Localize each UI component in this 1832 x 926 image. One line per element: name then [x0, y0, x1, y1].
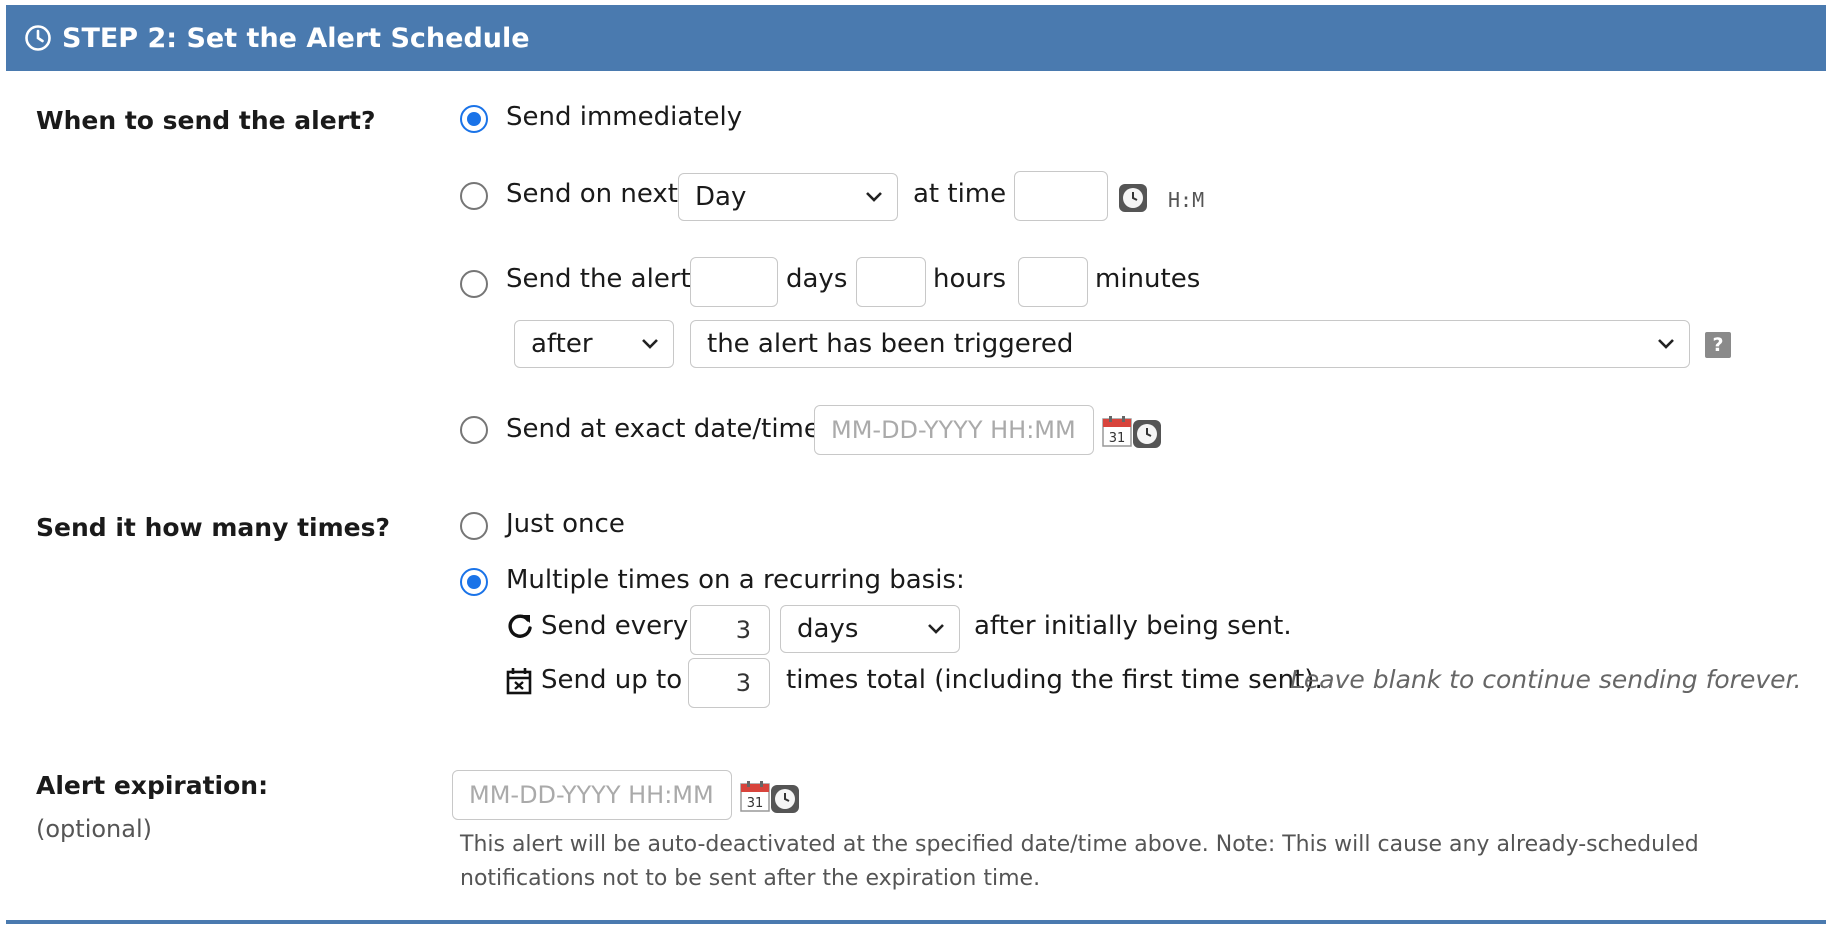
send-up-to-label: Send up to — [541, 665, 683, 695]
interval-input[interactable] — [690, 605, 770, 655]
exact-datetime-input[interactable] — [814, 405, 1094, 455]
multiple-times-label: Multiple times on a recurring basis: — [506, 565, 965, 595]
times-total-label: times total (including the first time se… — [786, 665, 1323, 695]
relative-days-input[interactable] — [690, 257, 778, 307]
next-unit-select[interactable]: Day — [678, 173, 898, 221]
after-initial-label: after initially being sent. — [974, 611, 1292, 641]
max-count-input[interactable] — [688, 658, 770, 708]
chevron-down-icon — [1658, 339, 1674, 349]
relation-value: after — [531, 329, 593, 359]
calendar-icon[interactable]: 31 — [740, 780, 770, 812]
hours-label: hours — [933, 264, 1007, 294]
send-every-label: Send every — [541, 611, 689, 641]
chevron-down-icon — [928, 624, 944, 634]
when-label: When to send the alert? — [36, 106, 376, 135]
send-the-alert-label: Send the alert — [506, 264, 691, 294]
clock-icon — [25, 25, 51, 51]
svg-text:31: 31 — [747, 796, 764, 811]
blank-forever-hint: Leave blank to continue sending forever. — [1290, 665, 1802, 694]
send-on-next-label: Send on next — [506, 179, 678, 209]
section-header: STEP 2: Set the Alert Schedule — [6, 5, 1826, 71]
radio-send-immediately[interactable] — [460, 105, 488, 133]
minutes-label: minutes — [1095, 264, 1201, 294]
refresh-icon — [508, 614, 532, 638]
clock-picker-icon[interactable] — [770, 784, 800, 814]
help-icon[interactable]: ? — [1705, 332, 1731, 358]
optional-label: (optional) — [36, 815, 152, 843]
chevron-down-icon — [866, 192, 882, 202]
radio-multiple-times[interactable] — [460, 568, 488, 596]
radio-send-on-next[interactable] — [460, 182, 488, 210]
next-unit-value: Day — [695, 182, 747, 212]
chevron-down-icon — [642, 339, 658, 349]
expiration-note: This alert will be auto-deactivated at t… — [460, 832, 1699, 891]
section-bottom-border — [6, 920, 1826, 924]
clock-picker-icon[interactable] — [1132, 419, 1162, 449]
radio-send-relative[interactable] — [460, 270, 488, 298]
just-once-label: Just once — [506, 509, 625, 539]
expiration-datetime-input[interactable] — [452, 770, 732, 820]
relation-select[interactable]: after — [514, 320, 674, 368]
section-title: STEP 2: Set the Alert Schedule — [62, 22, 530, 54]
interval-unit-select[interactable]: days — [780, 605, 960, 653]
next-time-input[interactable] — [1014, 171, 1108, 221]
svg-text:31: 31 — [1109, 431, 1126, 446]
send-immediately-label: Send immediately — [506, 102, 743, 132]
trigger-event-value: the alert has been triggered — [707, 329, 1074, 359]
time-format-hint: H:M — [1168, 188, 1205, 212]
days-label: days — [786, 264, 848, 294]
expiration-label: Alert expiration: — [36, 771, 269, 800]
at-time-label: at time — [913, 179, 1007, 209]
relative-hours-input[interactable] — [856, 257, 926, 307]
trigger-event-select[interactable]: the alert has been triggered — [690, 320, 1690, 368]
interval-unit-value: days — [797, 614, 859, 644]
radio-just-once[interactable] — [460, 512, 488, 540]
relative-minutes-input[interactable] — [1018, 257, 1088, 307]
radio-send-exact[interactable] — [460, 416, 488, 444]
time-picker-icon[interactable] — [1118, 183, 1148, 213]
send-exact-label: Send at exact date/time: — [506, 414, 829, 444]
times-label: Send it how many times? — [36, 513, 390, 542]
calendar-x-icon — [506, 668, 532, 695]
calendar-icon[interactable]: 31 — [1102, 415, 1132, 447]
